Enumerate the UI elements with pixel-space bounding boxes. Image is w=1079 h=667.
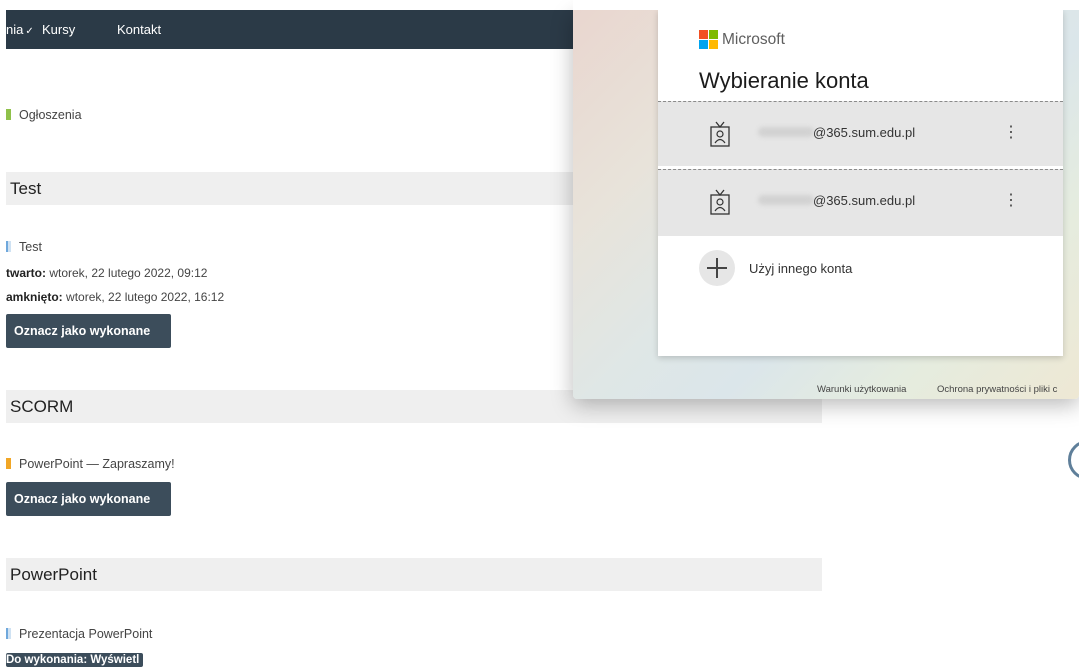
closed-date: amknięto: wtorek, 22 lutego 2022, 16:12 (6, 290, 224, 304)
activity-prezentacja-powerpoint[interactable]: Prezentacja PowerPoint (6, 627, 152, 641)
more-options-icon[interactable]: ⋮ (1003, 122, 1019, 142)
terms-link[interactable]: Warunki użytkowania (817, 384, 906, 395)
file-icon (6, 628, 11, 639)
forum-icon (6, 109, 11, 120)
work-account-icon (710, 189, 730, 215)
microsoft-brand: Microsoft (722, 31, 785, 48)
nav-menu-label: nia (6, 22, 24, 37)
account-row[interactable]: @365.sum.edu.pl ⋮ (658, 101, 1063, 166)
closed-value: wtorek, 22 lutego 2022, 16:12 (62, 290, 225, 304)
use-other-account-button[interactable]: Użyj innego konta (699, 250, 1079, 286)
dialog-title: Wybieranie konta (699, 68, 869, 93)
activity-label: Test (19, 240, 42, 254)
mark-done-button-scorm[interactable]: Oznacz jako wykonane (6, 482, 171, 516)
activity-label: PowerPoint — Zapraszamy! (19, 457, 175, 471)
closed-label: amknięto: (6, 290, 63, 304)
account-row[interactable]: @365.sum.edu.pl ⋮ (658, 169, 1063, 236)
opened-value: wtorek, 22 lutego 2022, 09:12 (46, 266, 208, 280)
privacy-link[interactable]: Ochrona prywatności i pliki c (937, 384, 1057, 395)
left-edge (0, 0, 6, 666)
activity-test[interactable]: Test (6, 240, 42, 254)
nav-link-kursy[interactable]: Kursy (42, 22, 75, 37)
account-email: @365.sum.edu.pl (813, 193, 916, 208)
activity-powerpoint-zapraszamy[interactable]: PowerPoint — Zapraszamy! (6, 457, 175, 471)
help-circle-icon[interactable] (1068, 440, 1079, 480)
blurred-username (758, 127, 814, 137)
plus-icon (699, 250, 735, 286)
use-other-account-label: Użyj innego konta (749, 261, 853, 276)
scorm-icon (6, 458, 11, 469)
nav-menu-dropdown[interactable]: nia ✓ (6, 22, 34, 37)
quiz-icon (6, 241, 11, 252)
chevron-down-icon: ✓ (25, 26, 34, 37)
blurred-username (758, 195, 814, 205)
todo-badge: Do wykonania: Wyświetl (6, 653, 144, 667)
more-options-icon[interactable]: ⋮ (1003, 190, 1019, 210)
section-title-powerpoint: PowerPoint (6, 558, 822, 591)
mark-done-button-test[interactable]: Oznacz jako wykonane (6, 314, 171, 348)
account-picker-card: Microsoft Wybieranie konta @365.sum.edu.… (658, 10, 1063, 356)
opened-date: twarto: wtorek, 22 lutego 2022, 09:12 (6, 266, 207, 280)
nav-link-kontakt[interactable]: Kontakt (117, 22, 161, 37)
opened-label: twarto: (6, 266, 46, 280)
account-email: @365.sum.edu.pl (813, 125, 916, 140)
account-picker-window: Microsoft Wybieranie konta @365.sum.edu.… (573, 10, 1079, 399)
activity-label: Prezentacja PowerPoint (19, 627, 153, 641)
popup-top-strip (573, 0, 1079, 10)
activity-announcements[interactable]: Ogłoszenia (6, 108, 82, 122)
microsoft-logo-icon (699, 30, 718, 49)
top-navbar: nia ✓ Kursy Kontakt (0, 10, 600, 49)
work-account-icon (710, 121, 730, 147)
activity-label: Ogłoszenia (19, 108, 82, 122)
